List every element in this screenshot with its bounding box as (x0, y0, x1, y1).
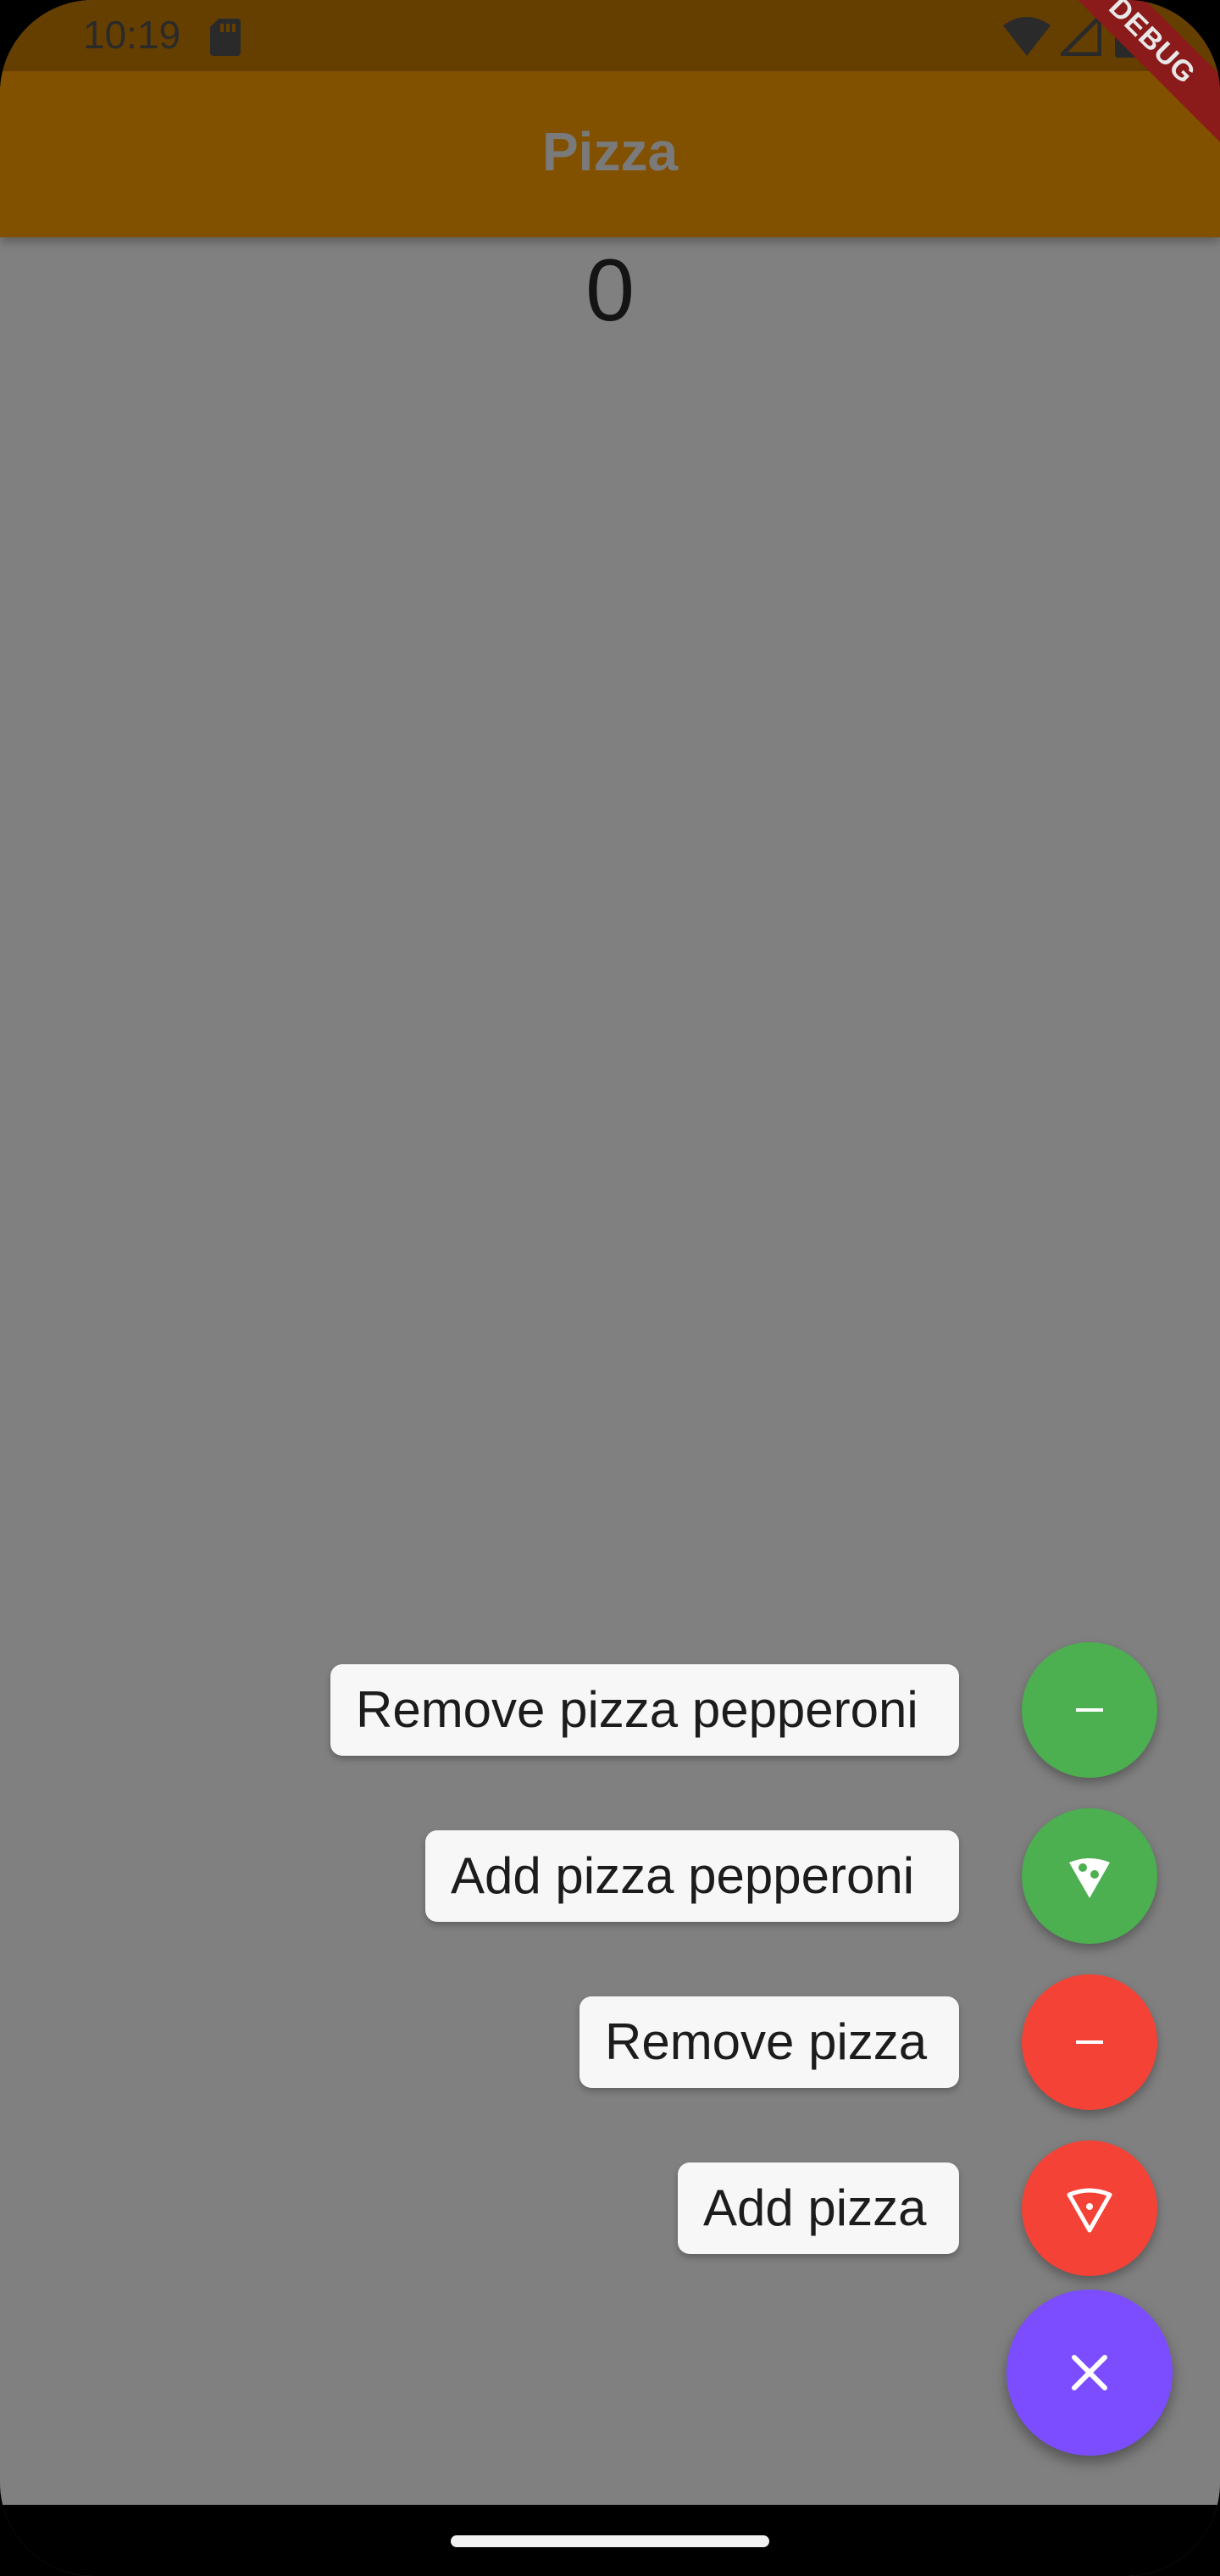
minus-icon (1076, 1708, 1103, 1712)
speed-dial-action-add-pizza[interactable]: Add pizza (0, 2140, 1220, 2276)
minus-icon (1076, 2040, 1103, 2044)
speed-dial-label[interactable]: Remove pizza (580, 1996, 959, 2088)
pizza-slice-icon (1069, 1858, 1110, 1898)
speed-dial-action-remove-pizza[interactable]: Remove pizza (0, 1974, 1220, 2110)
speed-dial-close-button[interactable] (1006, 2290, 1173, 2456)
speed-dial-label[interactable]: Remove pizza pepperoni (330, 1664, 959, 1756)
wifi-icon (1003, 17, 1051, 56)
remove-pizza-button[interactable] (1022, 1974, 1157, 2110)
status-bar: 10:19 (0, 0, 1220, 71)
counter-value: 0 (585, 242, 635, 340)
sd-card-icon (210, 19, 241, 56)
app-bar: Pizza (0, 71, 1220, 237)
status-time: 10:19 (83, 13, 181, 57)
signal-icon (1061, 15, 1101, 56)
speed-dial-action-add-pepperoni[interactable]: Add pizza pepperoni (0, 1808, 1220, 1944)
pizza-slice-icon (1067, 2188, 1112, 2233)
add-pepperoni-button[interactable] (1022, 1808, 1157, 1944)
system-navigation-bar (0, 2505, 1220, 2576)
phone-screen: 10:19 Pizza DEBUG 0 Remove pizza peppero… (0, 0, 1220, 2576)
remove-pepperoni-button[interactable] (1022, 1642, 1157, 1778)
speed-dial-label[interactable]: Add pizza (678, 2162, 959, 2254)
page-title: Pizza (541, 121, 679, 182)
speed-dial-action-remove-pepperoni[interactable]: Remove pizza pepperoni (0, 1642, 1220, 1778)
speed-dial-label[interactable]: Add pizza pepperoni (425, 1830, 959, 1922)
close-icon (1072, 2355, 1107, 2390)
add-pizza-button[interactable] (1022, 2140, 1157, 2276)
home-indicator[interactable] (451, 2535, 769, 2547)
